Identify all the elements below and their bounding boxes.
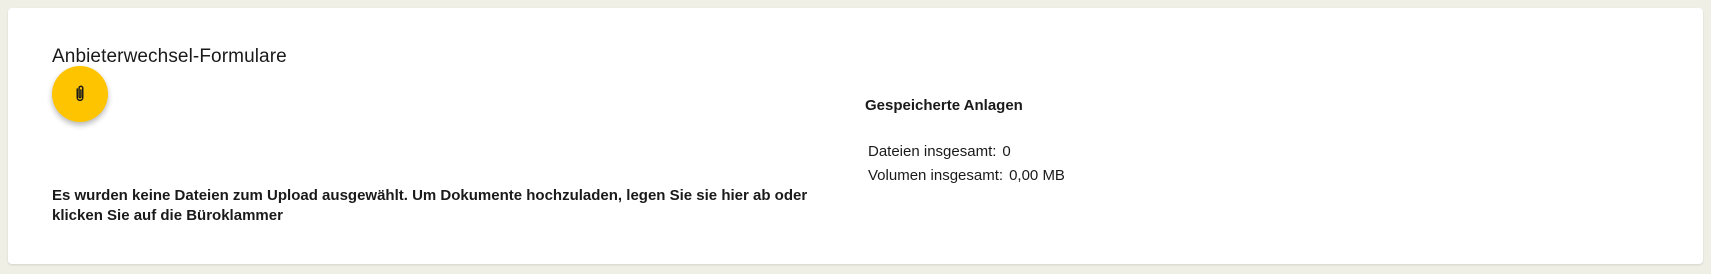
attachment-stats: Dateien insgesamt: 0 Volumen insgesamt: 0,… — [868, 140, 1065, 188]
files-total-label: Dateien insgesamt: — [868, 143, 997, 160]
upload-dropzone-message[interactable]: Es wurden keine Dateien zum Upload ausge… — [52, 186, 852, 226]
volume-total-row: Volumen insgesamt: 0,00 MB — [868, 164, 1065, 188]
paperclip-icon — [69, 83, 91, 105]
attach-button[interactable] — [52, 66, 108, 122]
section-title: Anbieterwechsel-Formulare — [52, 46, 287, 67]
files-total-row: Dateien insgesamt: 0 — [868, 140, 1065, 164]
files-total-value: 0 — [1002, 143, 1011, 160]
upload-card: Anbieterwechsel-Formulare Es wurden kein… — [8, 8, 1703, 264]
volume-total-value: 0,00 MB — [1009, 167, 1065, 184]
volume-total-label: Volumen insgesamt: — [868, 167, 1004, 184]
saved-attachments-title: Gespeicherte Anlagen — [865, 97, 1023, 114]
